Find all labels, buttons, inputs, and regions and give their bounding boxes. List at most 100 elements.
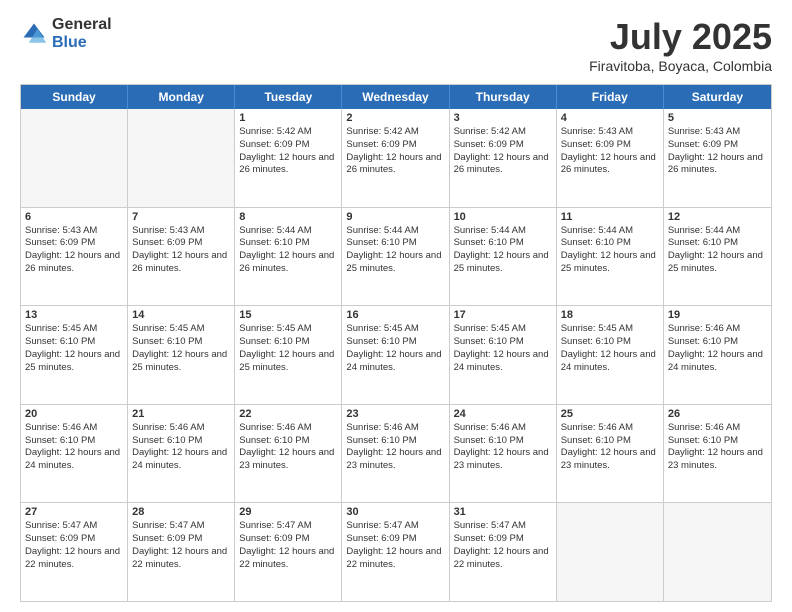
calendar-cell: 24Sunrise: 5:46 AMSunset: 6:10 PMDayligh…	[450, 405, 557, 503]
location: Firavitoba, Boyaca, Colombia	[589, 58, 772, 74]
calendar-cell: 10 Sunrise: 5:44 AMSunset: 6:10 PMDayligh…	[450, 208, 557, 306]
sunrise-text: Sunrise: 5:44 AM	[561, 225, 659, 238]
sunset-text: Sunset: 6:09 PM	[346, 139, 444, 152]
month-year: July 2025	[589, 16, 772, 58]
sunrise-text: Sunrise: 5:44 AM	[239, 225, 337, 238]
day-number: 23	[346, 408, 444, 420]
calendar-cell: 31Sunrise: 5:47 AMSunset: 6:09 PMDayligh…	[450, 503, 557, 601]
logo-icon	[20, 20, 48, 48]
day-number: 25	[561, 408, 659, 420]
day-number: 18	[561, 309, 659, 321]
calendar-cell: 7Sunrise: 5:43 AMSunset: 6:09 PMDaylight…	[128, 208, 235, 306]
sunrise-text: Sunrise: 5:42 AM	[454, 126, 552, 139]
day-number: 13	[25, 309, 123, 321]
day-number: 8	[239, 211, 337, 223]
calendar-cell: 29Sunrise: 5:47 AMSunset: 6:09 PMDayligh…	[235, 503, 342, 601]
day-number: 31	[454, 506, 552, 518]
sunset-text: Sunset: 6:09 PM	[25, 237, 123, 250]
daylight-text: Daylight: 12 hours and 24 minutes.	[25, 447, 123, 473]
day-number: 14	[132, 309, 230, 321]
sunset-text: Sunset: 6:10 PM	[454, 237, 552, 250]
sunrise-text: Sunrise: 5:45 AM	[346, 323, 444, 336]
sunset-text: Sunset: 6:09 PM	[454, 139, 552, 152]
calendar-cell: 20Sunrise: 5:46 AMSunset: 6:10 PMDayligh…	[21, 405, 128, 503]
day-number: 3	[454, 112, 552, 124]
daylight-text: Daylight: 12 hours and 23 minutes.	[561, 447, 659, 473]
logo-general-text: General	[52, 16, 112, 34]
sunrise-text: Sunrise: 5:45 AM	[561, 323, 659, 336]
sunset-text: Sunset: 6:10 PM	[561, 336, 659, 349]
day-number: 1	[239, 112, 337, 124]
calendar-body: 1Sunrise: 5:42 AMSunset: 6:09 PMDaylight…	[21, 109, 771, 601]
calendar-cell: 1Sunrise: 5:42 AMSunset: 6:09 PMDaylight…	[235, 109, 342, 207]
calendar-header: SundayMondayTuesdayWednesdayThursdayFrid…	[21, 85, 771, 109]
daylight-text: Daylight: 12 hours and 26 minutes.	[454, 152, 552, 178]
day-number: 24	[454, 408, 552, 420]
calendar-cell	[21, 109, 128, 207]
sunrise-text: Sunrise: 5:45 AM	[454, 323, 552, 336]
page: General Blue July 2025 Firavitoba, Boyac…	[0, 0, 792, 612]
sunset-text: Sunset: 6:09 PM	[668, 139, 767, 152]
day-number: 21	[132, 408, 230, 420]
calendar-cell: 2Sunrise: 5:42 AMSunset: 6:09 PMDaylight…	[342, 109, 449, 207]
day-number: 10	[454, 211, 552, 223]
daylight-text: Daylight: 12 hours and 24 minutes.	[454, 349, 552, 375]
calendar-cell: 19Sunrise: 5:46 AMSunset: 6:10 PMDayligh…	[664, 306, 771, 404]
daylight-text: Daylight: 12 hours and 25 minutes.	[668, 250, 767, 276]
sunset-text: Sunset: 6:09 PM	[132, 237, 230, 250]
daylight-text: Daylight: 12 hours and 25 minutes.	[239, 349, 337, 375]
sunrise-text: Sunrise: 5:47 AM	[239, 520, 337, 533]
sunrise-text: Sunrise: 5:47 AM	[132, 520, 230, 533]
title-block: July 2025 Firavitoba, Boyaca, Colombia	[589, 16, 772, 74]
sunset-text: Sunset: 6:10 PM	[454, 435, 552, 448]
weekday-header: Saturday	[664, 85, 771, 109]
daylight-text: Daylight: 12 hours and 25 minutes.	[346, 250, 444, 276]
sunset-text: Sunset: 6:10 PM	[346, 435, 444, 448]
calendar-cell: 5Sunrise: 5:43 AMSunset: 6:09 PMDaylight…	[664, 109, 771, 207]
sunrise-text: Sunrise: 5:44 AM	[346, 225, 444, 238]
calendar-cell: 23Sunrise: 5:46 AMSunset: 6:10 PMDayligh…	[342, 405, 449, 503]
sunset-text: Sunset: 6:09 PM	[239, 533, 337, 546]
weekday-header: Wednesday	[342, 85, 449, 109]
sunrise-text: Sunrise: 5:46 AM	[239, 422, 337, 435]
daylight-text: Daylight: 12 hours and 25 minutes.	[561, 250, 659, 276]
calendar-row: 13Sunrise: 5:45 AMSunset: 6:10 PMDayligh…	[21, 305, 771, 404]
sunset-text: Sunset: 6:09 PM	[25, 533, 123, 546]
sunrise-text: Sunrise: 5:42 AM	[239, 126, 337, 139]
calendar-cell: 11Sunrise: 5:44 AMSunset: 6:10 PMDayligh…	[557, 208, 664, 306]
logo-blue-text: Blue	[52, 34, 112, 52]
daylight-text: Daylight: 12 hours and 24 minutes.	[561, 349, 659, 375]
sunrise-text: Sunrise: 5:43 AM	[561, 126, 659, 139]
daylight-text: Daylight: 12 hours and 26 minutes.	[25, 250, 123, 276]
day-number: 2	[346, 112, 444, 124]
sunset-text: Sunset: 6:10 PM	[132, 435, 230, 448]
sunrise-text: Sunrise: 5:45 AM	[239, 323, 337, 336]
sunset-text: Sunset: 6:10 PM	[239, 435, 337, 448]
day-number: 16	[346, 309, 444, 321]
sunrise-text: Sunrise: 5:44 AM	[454, 225, 552, 238]
calendar-cell: 26Sunrise: 5:46 AMSunset: 6:10 PMDayligh…	[664, 405, 771, 503]
daylight-text: Daylight: 12 hours and 24 minutes.	[346, 349, 444, 375]
sunset-text: Sunset: 6:10 PM	[239, 237, 337, 250]
calendar-cell: 17Sunrise: 5:45 AMSunset: 6:10 PMDayligh…	[450, 306, 557, 404]
daylight-text: Daylight: 12 hours and 24 minutes.	[132, 447, 230, 473]
sunrise-text: Sunrise: 5:47 AM	[346, 520, 444, 533]
calendar-cell: 27Sunrise: 5:47 AMSunset: 6:09 PMDayligh…	[21, 503, 128, 601]
daylight-text: Daylight: 12 hours and 22 minutes.	[454, 546, 552, 572]
daylight-text: Daylight: 12 hours and 23 minutes.	[454, 447, 552, 473]
calendar: SundayMondayTuesdayWednesdayThursdayFrid…	[20, 84, 772, 602]
calendar-cell	[128, 109, 235, 207]
sunset-text: Sunset: 6:09 PM	[561, 139, 659, 152]
sunrise-text: Sunrise: 5:46 AM	[668, 323, 767, 336]
calendar-row: 20Sunrise: 5:46 AMSunset: 6:10 PMDayligh…	[21, 404, 771, 503]
sunrise-text: Sunrise: 5:46 AM	[668, 422, 767, 435]
calendar-cell: 22Sunrise: 5:46 AMSunset: 6:10 PMDayligh…	[235, 405, 342, 503]
calendar-cell: 8Sunrise: 5:44 AMSunset: 6:10 PMDaylight…	[235, 208, 342, 306]
calendar-cell	[557, 503, 664, 601]
weekday-header: Friday	[557, 85, 664, 109]
daylight-text: Daylight: 12 hours and 22 minutes.	[239, 546, 337, 572]
daylight-text: Daylight: 12 hours and 25 minutes.	[454, 250, 552, 276]
calendar-cell: 21Sunrise: 5:46 AMSunset: 6:10 PMDayligh…	[128, 405, 235, 503]
weekday-header: Monday	[128, 85, 235, 109]
calendar-row: 27Sunrise: 5:47 AMSunset: 6:09 PMDayligh…	[21, 502, 771, 601]
